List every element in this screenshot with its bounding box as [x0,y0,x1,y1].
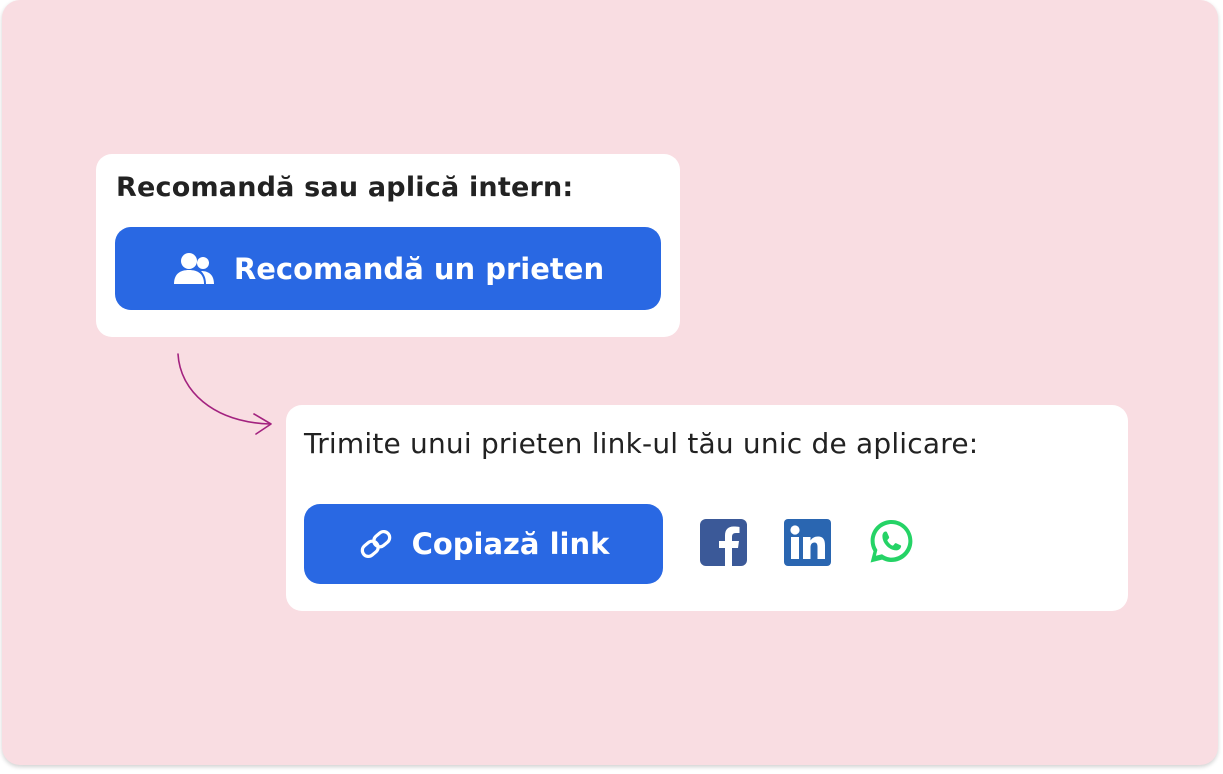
whatsapp-icon[interactable] [867,517,916,566]
share-card: Trimite unui prieten link-ul tău unic de… [286,405,1128,611]
copy-link-label: Copiază link [411,527,610,561]
linkedin-icon[interactable] [784,519,831,566]
facebook-icon[interactable] [700,519,747,566]
share-heading: Trimite unui prieten link-ul tău unic de… [304,427,979,460]
curved-arrow-icon [177,353,272,435]
referral-heading: Recomandă sau aplică intern: [116,172,574,203]
recommend-friend-button[interactable]: Recomandă un prieten [115,227,661,310]
link-icon [358,529,394,559]
recommend-friend-label: Recomandă un prieten [233,251,605,286]
users-icon [172,252,216,286]
referral-card: Recomandă sau aplică intern: Recomandă u… [96,154,680,337]
background-panel: Recomandă sau aplică intern: Recomandă u… [2,0,1218,765]
copy-link-button[interactable]: Copiază link [304,504,663,584]
